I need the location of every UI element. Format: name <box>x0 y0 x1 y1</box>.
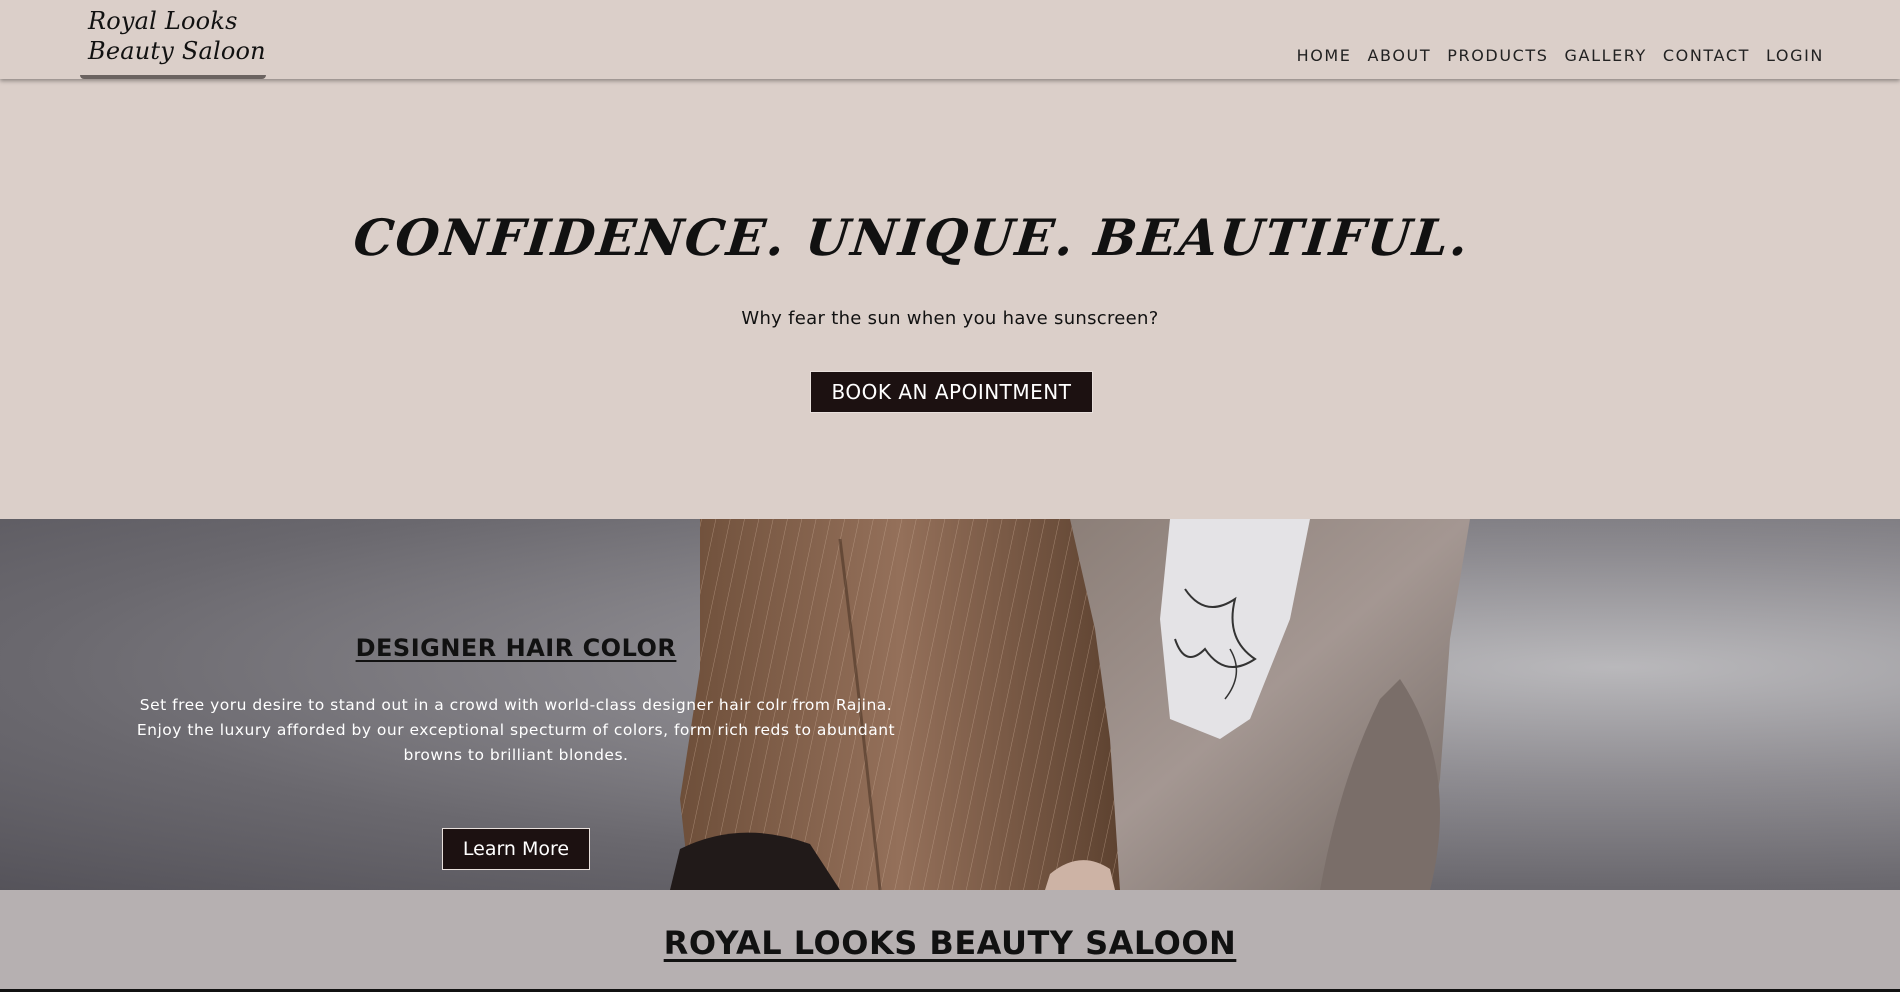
nav-about[interactable]: ABOUT <box>1368 46 1432 65</box>
site-header: Royal Looks Beauty Saloon HOME ABOUT PRO… <box>0 0 1900 79</box>
site-logo[interactable]: Royal Looks Beauty Saloon <box>80 6 266 79</box>
nav-products[interactable]: PRODUCTS <box>1447 46 1548 65</box>
hero-title: CONFIDENCE. UNIQUE. BEAUTIFUL. <box>350 208 1473 267</box>
nav-gallery[interactable]: GALLERY <box>1565 46 1647 65</box>
main-nav: HOME ABOUT PRODUCTS GALLERY CONTACT LOGI… <box>1297 46 1824 65</box>
nav-contact[interactable]: CONTACT <box>1663 46 1750 65</box>
banner-title: DESIGNER HAIR COLOR <box>355 634 677 662</box>
logo-line-2: Beauty Saloon <box>88 37 266 65</box>
brand-section: ROYAL LOOKS BEAUTY SALOON <box>0 890 1900 992</box>
brand-heading: ROYAL LOOKS BEAUTY SALOON <box>663 924 1237 962</box>
book-appointment-button[interactable]: BOOK AN APOINTMENT <box>810 371 1093 413</box>
logo-line-1: Royal Looks <box>88 7 238 35</box>
learn-more-button[interactable]: Learn More <box>442 828 590 870</box>
nav-login[interactable]: LOGIN <box>1766 46 1824 65</box>
hero-subtitle: Why fear the sun when you have sunscreen… <box>741 308 1159 329</box>
banner-description: Set free yoru desire to stand out in a c… <box>136 696 896 764</box>
nav-home[interactable]: HOME <box>1297 46 1352 65</box>
hair-color-banner: DESIGNER HAIR COLOR Set free yoru desire… <box>0 519 1900 890</box>
